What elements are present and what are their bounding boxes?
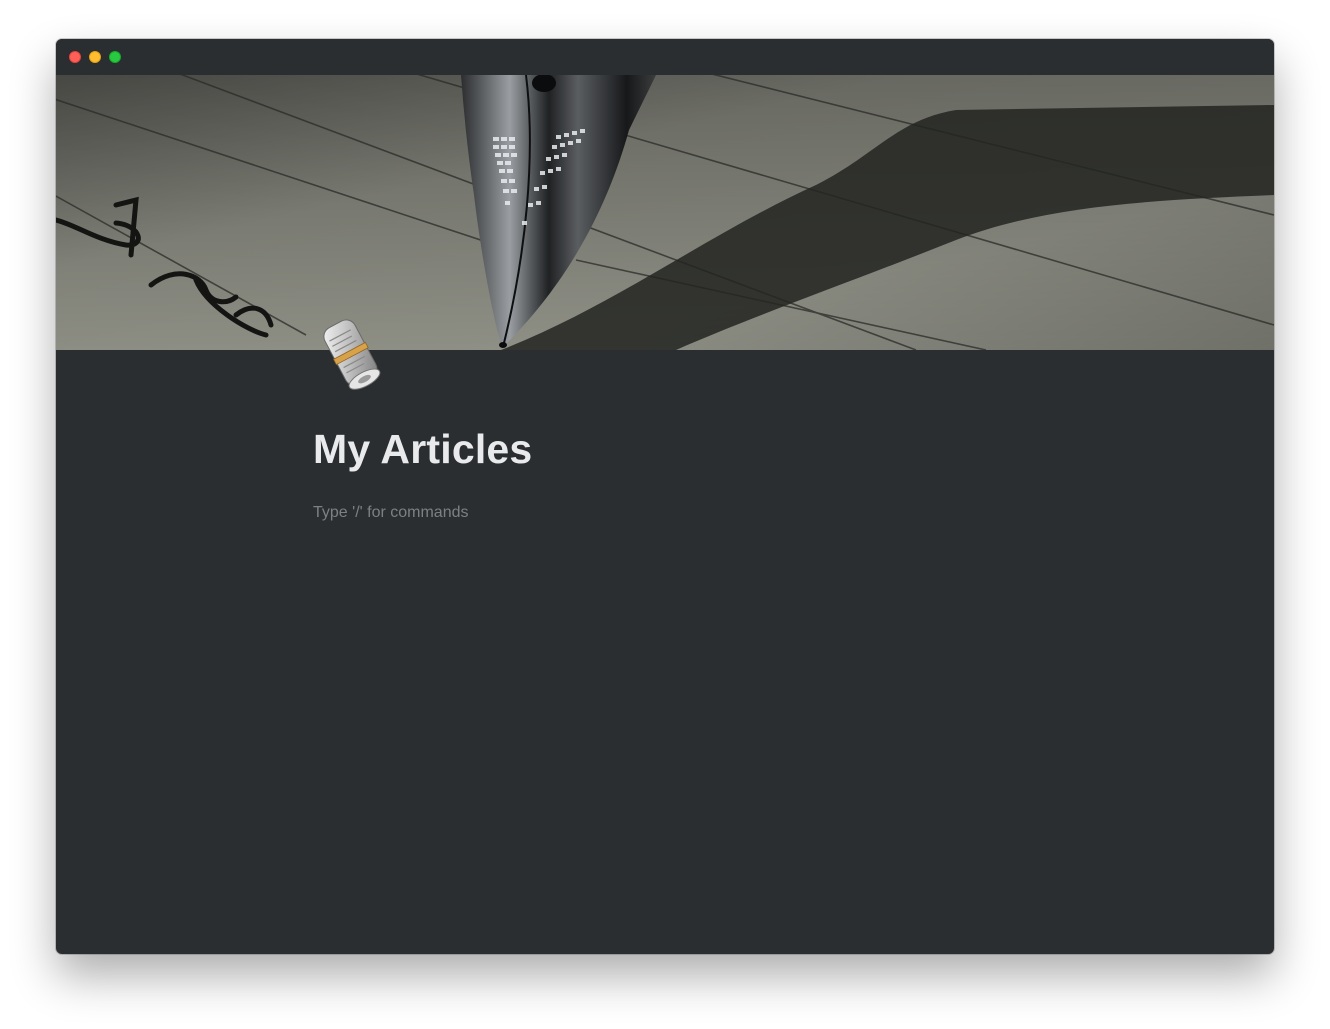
- page-title[interactable]: My Articles: [313, 422, 532, 476]
- editor-placeholder[interactable]: Type '/' for commands: [313, 501, 469, 525]
- minimize-window-button[interactable]: [89, 51, 101, 63]
- title-bar: [56, 39, 1274, 75]
- newspaper-icon[interactable]: [312, 311, 396, 395]
- cover-image[interactable]: [56, 75, 1274, 350]
- close-window-button[interactable]: [69, 51, 81, 63]
- maximize-window-button[interactable]: [109, 51, 121, 63]
- app-window: My Articles Type '/' for commands: [56, 39, 1274, 954]
